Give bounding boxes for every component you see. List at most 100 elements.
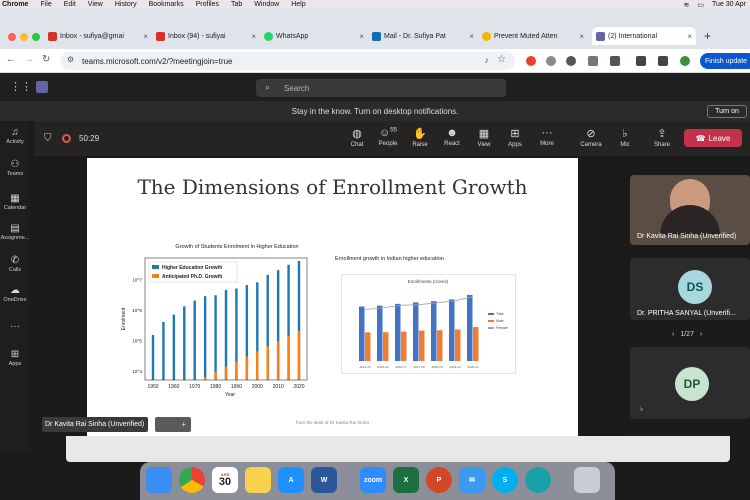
menubar-profiles[interactable]: Profiles	[196, 1, 219, 8]
word-icon[interactable]: W	[311, 467, 337, 493]
forward-icon[interactable]: →	[24, 54, 34, 65]
browser-tab[interactable]: Inbox - sufiya@gmai ×	[48, 27, 152, 45]
calendar-icon[interactable]: APR 30	[212, 467, 238, 493]
shield-icon[interactable]: ⛉	[44, 133, 52, 144]
menubar-file[interactable]: File	[40, 1, 51, 8]
bar	[193, 300, 196, 380]
rail-item-calendar[interactable]: ▦ Calendar	[0, 193, 30, 211]
close-icon[interactable]: ×	[143, 32, 152, 41]
mail-icon[interactable]: ✉	[459, 467, 485, 493]
menubar-window[interactable]: Window	[254, 1, 279, 8]
mic-icon[interactable]: ♪	[485, 55, 490, 65]
turn-on-notifications-button[interactable]: Turn on	[707, 105, 747, 118]
slide-title: The Dimensions of Enrollment Growth	[137, 175, 528, 199]
close-icon[interactable]: ×	[251, 32, 260, 41]
chrome-icon[interactable]	[179, 467, 205, 493]
share-button[interactable]: ⇪ Share	[649, 127, 675, 148]
participant-tile[interactable]: DP ♭	[630, 347, 750, 419]
profile-avatar[interactable]	[680, 56, 690, 66]
new-tab-button[interactable]: +	[704, 29, 711, 43]
app-launcher-icon[interactable]: ⋮⋮	[10, 80, 32, 93]
finder-icon[interactable]	[146, 467, 172, 493]
share-icon: ⇪	[657, 128, 667, 140]
extension-icon[interactable]	[566, 56, 576, 66]
window-close-button[interactable]	[8, 33, 16, 41]
react-button[interactable]: ☻ React	[439, 127, 465, 147]
apps-button[interactable]: ⊞ Apps	[502, 127, 528, 148]
reload-icon[interactable]: ↻	[42, 54, 50, 65]
bar	[214, 295, 217, 380]
extension-icon[interactable]	[588, 56, 598, 66]
x-tick-label: 1980	[210, 384, 221, 390]
legend-label: Male	[496, 319, 504, 323]
browser-tab[interactable]: WhatsApp ×	[264, 27, 368, 45]
skype-icon[interactable]: S	[492, 467, 518, 493]
leave-button[interactable]: ☎ Leave	[684, 129, 742, 147]
close-icon[interactable]: ×	[469, 32, 478, 41]
zoom-control[interactable]: +	[155, 417, 191, 432]
tab-search-icon[interactable]	[636, 56, 646, 66]
bar	[287, 336, 290, 380]
finish-update-button[interactable]: Finish update	[700, 53, 750, 69]
rail-item-apps[interactable]: ⊞ Apps	[0, 349, 30, 367]
menubar-app-name[interactable]: Chrome	[2, 1, 28, 8]
menubar-help[interactable]: Help	[291, 1, 305, 8]
menubar-edit[interactable]: Edit	[64, 1, 76, 8]
excel-icon[interactable]: X	[393, 467, 419, 493]
zoom-icon[interactable]: zoom	[360, 467, 386, 493]
close-icon[interactable]: ×	[359, 32, 368, 41]
window-minimize-button[interactable]	[20, 33, 28, 41]
app-store-icon[interactable]: A	[278, 467, 304, 493]
camera-button[interactable]: ⊘ Camera	[576, 127, 606, 148]
browser-tab[interactable]: Prevent Muted Atten ×	[482, 27, 588, 45]
hand-icon: ✋	[413, 128, 427, 140]
back-icon[interactable]: ←	[6, 54, 16, 65]
participant-tile[interactable]: DS Dr. PRITHA SANYAL (Unverifi...	[630, 258, 750, 320]
notes-icon[interactable]	[245, 467, 271, 493]
view-button[interactable]: ▦ View	[471, 127, 497, 148]
rail-item-activity[interactable]: ♫ Activity	[0, 127, 30, 145]
pager-prev-icon[interactable]: ‹	[672, 331, 674, 338]
extension-icon[interactable]	[526, 56, 536, 66]
rail-item-teams[interactable]: ⚇ Teams	[0, 159, 30, 177]
x-tick-label: 2019-20	[449, 365, 460, 369]
menubar-history[interactable]: History	[115, 1, 137, 8]
browser-tab[interactable]: Mail - Dr. Sufiya Pat ×	[372, 27, 478, 45]
powerpoint-icon[interactable]: P	[426, 467, 452, 493]
people-button[interactable]: ☺55 People	[375, 127, 401, 147]
search-input[interactable]: ⌕ Search	[256, 79, 506, 97]
extensions-puzzle-icon[interactable]	[610, 56, 620, 66]
site-info-icon[interactable]: ⚙	[67, 55, 74, 64]
more-button[interactable]: ··· More	[534, 127, 560, 147]
rail-more-apps[interactable]: ···	[0, 321, 30, 333]
menubar-clock[interactable]: Tue 30 Apr	[712, 1, 746, 8]
bookmark-star-icon[interactable]: ☆	[497, 54, 506, 65]
trash-icon[interactable]	[574, 467, 600, 493]
rail-item-onedrive[interactable]: ☁ OneDrive	[0, 285, 30, 303]
edge-icon[interactable]	[525, 467, 551, 493]
menubar-view[interactable]: View	[88, 1, 103, 8]
address-bar[interactable]: ⚙ teams.microsoft.com/v2/?meetingjoin=tr…	[60, 52, 515, 70]
participant-video-tile[interactable]: Dr Kavita Rai Sinha (Unverified)	[630, 175, 750, 245]
indian-enrollment-chart: Enrollments (crores) 2014-15 2015-16 2016-…	[341, 274, 516, 374]
rail-item-assignments[interactable]: ▤ Assignme...	[0, 223, 30, 241]
battery-icon[interactable]: ▭	[697, 1, 704, 9]
bar	[365, 332, 371, 361]
extension-icon[interactable]	[546, 56, 556, 66]
window-zoom-button[interactable]	[32, 33, 40, 41]
menubar-bookmarks[interactable]: Bookmarks	[149, 1, 184, 8]
pager-next-icon[interactable]: ›	[700, 331, 702, 338]
mic-button[interactable]: ♭ Mic	[612, 127, 638, 148]
browser-tab[interactable]: Inbox (94) - sufiyai ×	[156, 27, 260, 45]
close-icon[interactable]: ×	[579, 32, 588, 41]
wifi-icon[interactable]: ≋	[684, 1, 690, 9]
raise-hand-button[interactable]: ✋ Raise	[407, 127, 433, 148]
sidepanel-icon[interactable]	[658, 56, 668, 66]
chat-button[interactable]: ◍ Chat	[344, 127, 370, 148]
presenter-name-label: Dr Kavita Rai Sinha (Unverified)	[42, 417, 148, 432]
rail-item-calls[interactable]: ✆ Calls	[0, 255, 30, 273]
browser-tab-active[interactable]: (2) International ×	[592, 27, 696, 45]
close-icon[interactable]: ×	[687, 32, 696, 41]
menubar-tab[interactable]: Tab	[231, 1, 242, 8]
zoom-in-icon[interactable]: +	[181, 420, 186, 429]
